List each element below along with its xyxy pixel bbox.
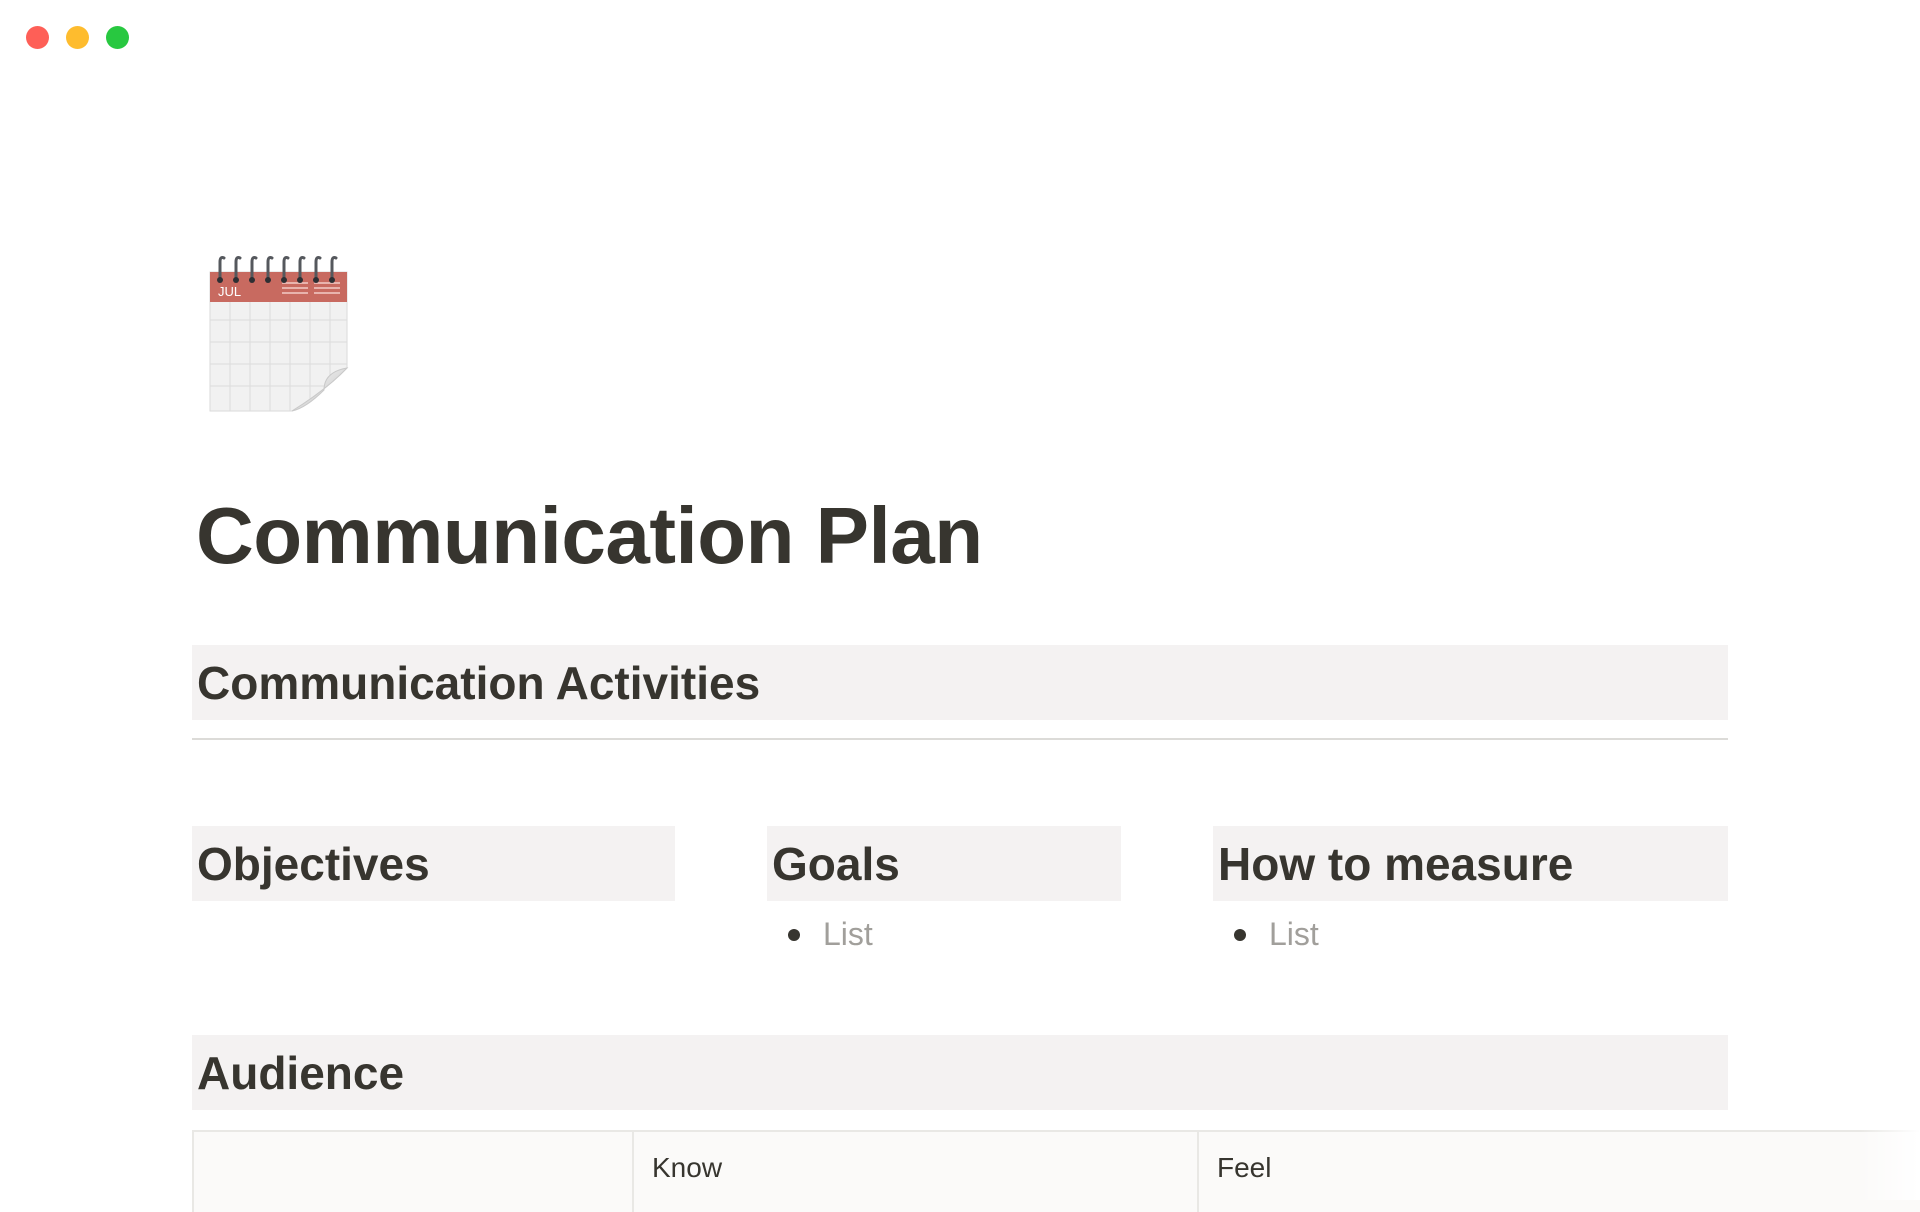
table-header-cell[interactable]: Feel <box>1199 1132 1920 1212</box>
divider <box>192 738 1728 740</box>
table-header-know: Know <box>652 1152 723 1183</box>
table-header-cell[interactable] <box>194 1132 634 1212</box>
measure-list-item-text[interactable]: List <box>1269 916 1319 953</box>
goals-heading[interactable]: Goals <box>772 837 900 891</box>
communication-activities-heading[interactable]: Communication Activities <box>197 656 760 710</box>
section-communication-activities: Communication Activities <box>192 645 1728 720</box>
section-how-to-measure: How to measure <box>1213 826 1728 901</box>
objectives-heading[interactable]: Objectives <box>197 837 430 891</box>
table-header-cell[interactable]: Know <box>634 1132 1199 1212</box>
close-window-button[interactable] <box>26 26 49 49</box>
audience-heading[interactable]: Audience <box>197 1046 404 1100</box>
section-goals: Goals <box>767 826 1121 901</box>
minimize-window-button[interactable] <box>66 26 89 49</box>
section-audience: Audience <box>192 1035 1728 1110</box>
bullet-icon <box>788 928 800 941</box>
how-to-measure-heading[interactable]: How to measure <box>1218 837 1573 891</box>
zoom-window-button[interactable] <box>106 26 129 49</box>
bullet-icon <box>1234 928 1246 941</box>
goals-list-item[interactable]: List <box>788 916 873 953</box>
page-title[interactable]: Communication Plan <box>196 490 983 582</box>
goals-list-item-text[interactable]: List <box>823 916 873 953</box>
calendar-month-label: JUL <box>218 284 241 299</box>
spiral-calendar-icon[interactable]: JUL <box>206 250 351 415</box>
measure-list-item[interactable]: List <box>1234 916 1319 953</box>
window-controls <box>26 26 129 49</box>
table-header-feel: Feel <box>1217 1152 1272 1183</box>
section-objectives: Objectives <box>192 826 675 901</box>
scroll-fade <box>1860 1120 1920 1200</box>
